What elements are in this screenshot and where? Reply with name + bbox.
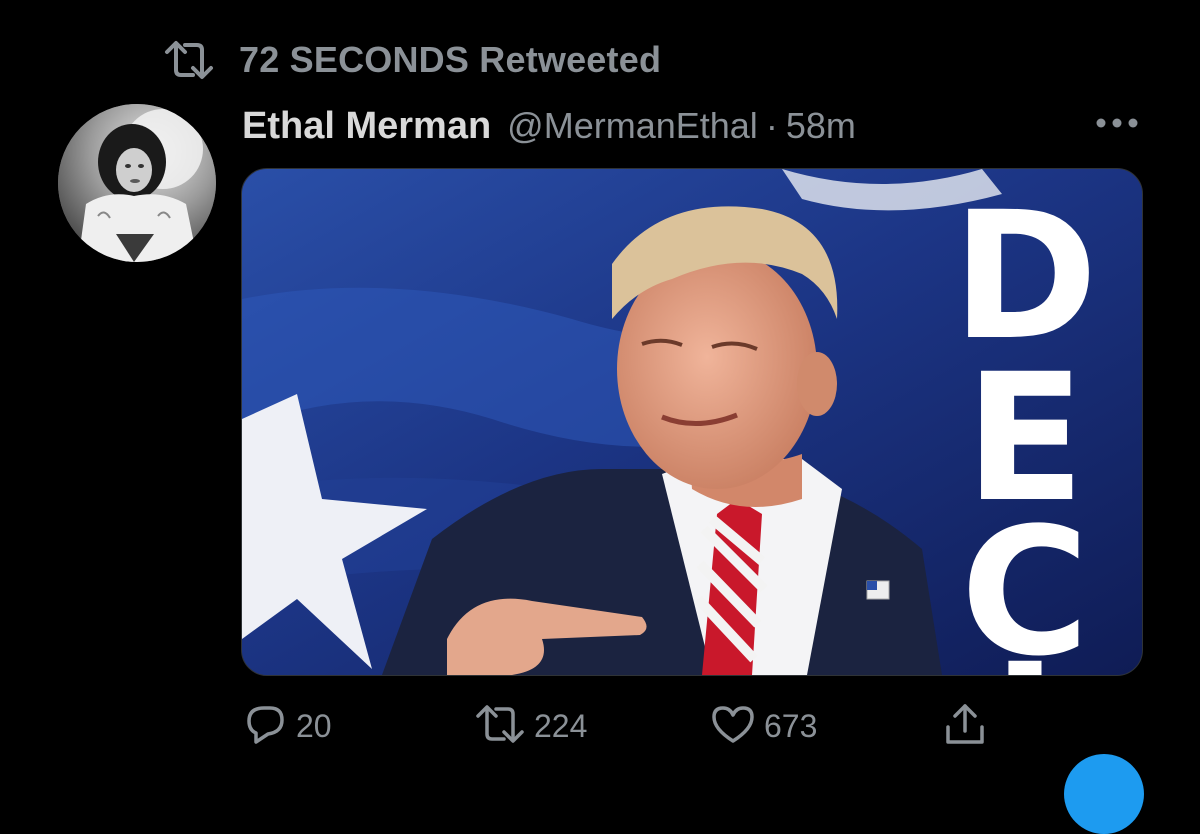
separator-dot: ·	[765, 105, 778, 146]
author-display-name[interactable]: Ethal Merman	[242, 105, 491, 148]
retweet-banner-text: 72 SECONDS Retweeted	[239, 39, 662, 80]
avatar[interactable]	[58, 104, 216, 262]
retweet-banner[interactable]: 72 SECONDS Retweeted	[163, 38, 661, 82]
heart-icon	[710, 703, 756, 750]
compose-fab-button[interactable]	[1064, 754, 1144, 834]
more-options-button[interactable]	[1092, 110, 1142, 140]
retweet-icon	[163, 40, 215, 80]
author-handle[interactable]: @MermanEthal	[507, 105, 758, 147]
more-horizontal-icon	[1095, 116, 1139, 134]
share-button[interactable]	[942, 698, 988, 754]
like-button[interactable]: 673	[710, 698, 817, 754]
reply-count: 20	[296, 707, 332, 744]
tweet-actions: 20 224 673	[242, 698, 1022, 754]
tweet-media-image[interactable]: D E C I	[241, 168, 1143, 676]
tweet-timestamp[interactable]: 58m	[786, 105, 856, 147]
retweet-count: 224	[534, 707, 588, 744]
retweet-button[interactable]: 224	[474, 698, 587, 754]
overlay-letter-i: I	[922, 641, 1128, 676]
tweet-header: Ethal Merman @MermanEthal · 58m	[242, 100, 856, 152]
reply-bubble-icon	[244, 702, 288, 751]
reply-button[interactable]: 20	[244, 698, 332, 754]
like-count: 673	[764, 707, 818, 744]
share-icon	[942, 701, 988, 752]
retweet-icon	[474, 704, 526, 749]
